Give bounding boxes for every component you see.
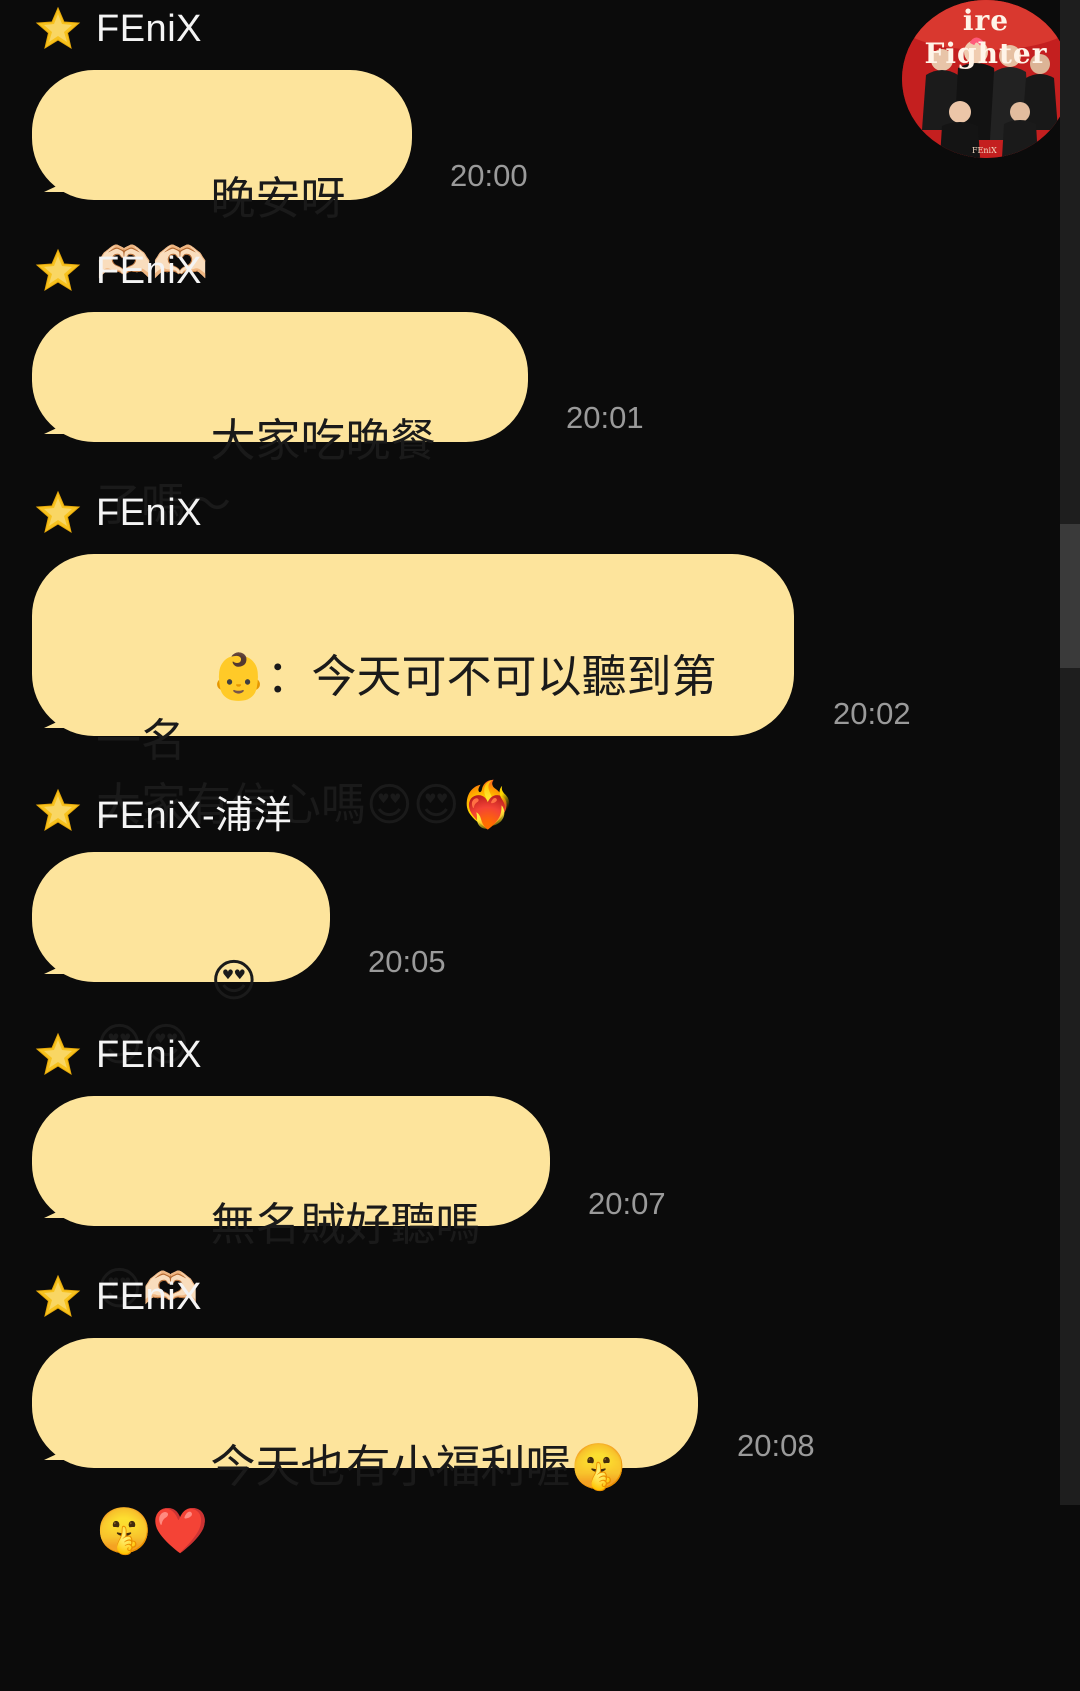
sender-row: FEniX	[34, 246, 202, 296]
chat-message: FEniX 👶：今天可不可以聽到第一名 大家有信心嗎😍😍❤️‍🔥 20:02	[0, 488, 1000, 831]
star-icon	[35, 1032, 81, 1076]
sender-name[interactable]: FEniX	[96, 8, 202, 51]
star-icon	[35, 6, 81, 50]
message-time: 20:00	[450, 158, 528, 193]
scrollbar-thumb[interactable]	[1060, 524, 1080, 668]
message-bubble-wrap: 今天也有小福利喔🤫🤫❤️	[32, 1338, 698, 1557]
chat-message: FEniX 晚安呀🫶🏻🫶🏻 20:00	[0, 4, 1000, 289]
group-avatar[interactable]: ire Fighter FEniX	[902, 0, 1070, 158]
message-time: 20:07	[588, 1186, 666, 1221]
sender-name[interactable]: FEniX	[96, 1034, 202, 1077]
sender-row: FEniX	[34, 1272, 202, 1322]
bubble-tail	[32, 1446, 74, 1460]
message-bubble-wrap: 晚安呀🫶🏻🫶🏻	[32, 70, 412, 289]
message-bubble-wrap: 大家吃晚餐了嗎～	[32, 312, 528, 531]
chat-message: FEniX 無名賊好聽嗎😍🫶🏻 20:07	[0, 1030, 1000, 1315]
scrollbar-track[interactable]	[1060, 0, 1080, 1505]
message-time: 20:01	[566, 400, 644, 435]
chat-message: FEniX 今天也有小福利喔🤫🤫❤️ 20:08	[0, 1272, 1000, 1557]
message-bubble[interactable]: 今天也有小福利喔🤫🤫❤️	[32, 1338, 698, 1557]
bubble-tail	[32, 178, 74, 192]
message-time: 20:08	[737, 1428, 815, 1463]
message-bubble[interactable]: 無名賊好聽嗎😍🫶🏻	[32, 1096, 550, 1315]
chat-message: FEniX 大家吃晚餐了嗎～ 20:01	[0, 246, 1000, 531]
message-bubble-wrap: 👶：今天可不可以聽到第一名 大家有信心嗎😍😍❤️‍🔥	[32, 554, 794, 831]
message-time: 20:05	[368, 944, 446, 979]
chat-message-list[interactable]: FEniX 晚安呀🫶🏻🫶🏻 20:00 FEniX 大家吃晚餐了嗎～ 20:01	[0, 0, 1060, 1557]
sender-row: FEniX	[34, 1030, 202, 1080]
avatar-caption: ire Fighter	[924, 4, 1048, 70]
star-icon	[35, 248, 81, 292]
message-bubble[interactable]: 晚安呀🫶🏻🫶🏻	[32, 70, 412, 289]
sender-row: FEniX-浦洋	[34, 784, 292, 839]
bubble-tail	[32, 714, 74, 728]
sender-name[interactable]: FEniX-浦洋	[96, 784, 292, 839]
message-bubble-wrap: 無名賊好聽嗎😍🫶🏻	[32, 1096, 550, 1315]
star-icon	[35, 788, 81, 832]
sender-name[interactable]: FEniX	[96, 492, 202, 535]
bubble-tail	[32, 420, 74, 434]
message-bubble[interactable]: 👶：今天可不可以聽到第一名 大家有信心嗎😍😍❤️‍🔥	[32, 554, 794, 831]
message-bubble-wrap: 😍😍😍	[32, 852, 330, 1071]
bubble-tail	[32, 960, 74, 974]
sender-row: FEniX	[34, 488, 202, 538]
message-bubble[interactable]: 😍😍😍	[32, 852, 330, 1071]
bubble-tail	[32, 1204, 74, 1218]
message-time: 20:02	[833, 696, 911, 731]
sender-name[interactable]: FEniX	[96, 1276, 202, 1319]
message-bubble[interactable]: 大家吃晚餐了嗎～	[32, 312, 528, 531]
star-icon	[35, 490, 81, 534]
chat-message: FEniX-浦洋 😍😍😍 20:05	[0, 784, 1000, 1071]
sender-row: FEniX	[34, 4, 202, 54]
star-icon	[35, 1274, 81, 1318]
message-text: 今天也有小福利喔🤫🤫❤️	[96, 1440, 627, 1557]
sender-name[interactable]: FEniX	[96, 250, 202, 293]
avatar-badge: FEniX	[972, 146, 997, 155]
